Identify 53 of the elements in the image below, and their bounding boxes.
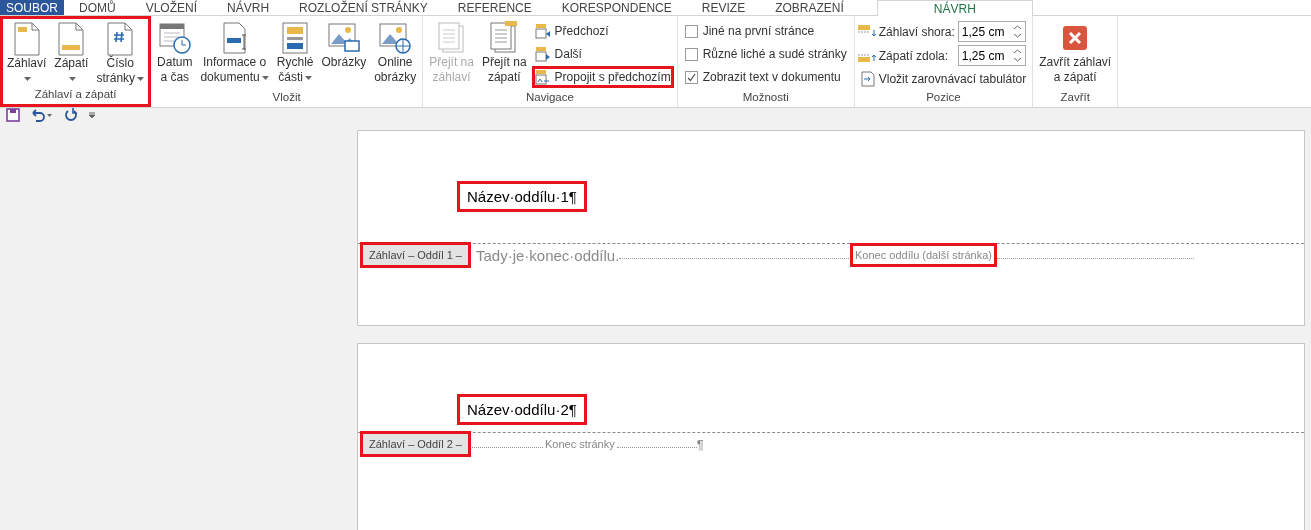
checkbox[interactable] <box>684 47 698 61</box>
spin-label: Zápatí zdola: <box>878 48 950 63</box>
break-label: Konec oddílu (další stránka) <box>853 246 994 264</box>
ribbon-button[interactable]: Další <box>531 43 674 65</box>
section-heading: Název·oddílu·1¶ <box>460 184 584 209</box>
link-to-previous-icon <box>534 69 551 85</box>
checkbox[interactable] <box>684 70 698 84</box>
checkbox-label: Různé liché a sudé stránky <box>702 47 847 61</box>
redo-icon[interactable] <box>64 108 78 122</box>
checkbox[interactable] <box>684 24 698 38</box>
pilcrow-mark: ¶ <box>696 436 704 452</box>
checkbox-label: Jiné na první stránce <box>702 24 815 38</box>
header-section-tag: Záhlaví – Oddíl 1 – <box>363 245 468 265</box>
ribbon-button[interactable]: Rychlé části <box>273 18 317 85</box>
break-label: Konec stránky <box>543 437 616 452</box>
insert-tab-icon <box>860 71 875 87</box>
page-header-icon <box>12 22 41 56</box>
body-text: Tady·je·konec·oddílu. <box>475 246 620 264</box>
group-title: Navigace <box>524 90 575 105</box>
next-section-icon <box>534 46 551 62</box>
section-heading: Název·oddílu·2¶ <box>460 397 584 422</box>
online-pictures-icon <box>378 21 413 55</box>
page-number-icon <box>106 22 135 56</box>
save-icon[interactable] <box>6 108 20 122</box>
spin-label: Záhlaví shora: <box>878 24 955 39</box>
ribbon-button[interactable]: Datum a čas <box>154 18 196 85</box>
ribbon-button[interactable]: Předchozí <box>531 20 674 42</box>
ribbon-tab[interactable]: SOUBOR <box>0 0 64 15</box>
group-title: Vložit <box>271 90 302 105</box>
ribbon-button[interactable]: Informace o dokumentu <box>197 18 272 85</box>
ribbon-button[interactable]: Zavřít záhlaví a zápatí <box>1036 18 1115 85</box>
ribbon-button[interactable]: Online obrázky <box>371 18 420 85</box>
pictures-icon <box>326 21 361 55</box>
ribbon-button[interactable]: Vložit zarovnávací tabulátor <box>857 68 1030 90</box>
ribbon-button[interactable]: Obrázky <box>318 18 370 70</box>
ribbon-button[interactable]: Propojit s předchozím <box>531 66 674 88</box>
group-title: Možnosti <box>741 90 790 105</box>
ribbon-button[interactable]: Záhlaví <box>4 19 50 86</box>
group-title: Záhlaví a zápatí <box>33 87 118 102</box>
ribbon-button[interactable]: Zápatí <box>51 19 92 86</box>
group-title: Pozice <box>925 90 962 105</box>
ribbon-tab[interactable]: NÁVRH <box>876 0 1033 16</box>
header-margin-icon <box>857 25 876 38</box>
header-section-tag: Záhlaví – Oddíl 2 – <box>363 434 468 454</box>
calendar-clock-icon <box>157 21 192 55</box>
ribbon-button[interactable]: Přejít na zápatí <box>478 18 530 85</box>
ribbon-button[interactable]: Číslo stránky <box>93 19 148 86</box>
group-title: Zavřít <box>1059 90 1091 105</box>
customize-toolbar-icon[interactable] <box>88 111 96 119</box>
page-footer-icon <box>57 22 86 56</box>
undo-icon[interactable] <box>30 108 54 122</box>
previous-section-icon <box>534 23 551 39</box>
checkbox-label: Zobrazit text v dokumentu <box>702 70 841 84</box>
